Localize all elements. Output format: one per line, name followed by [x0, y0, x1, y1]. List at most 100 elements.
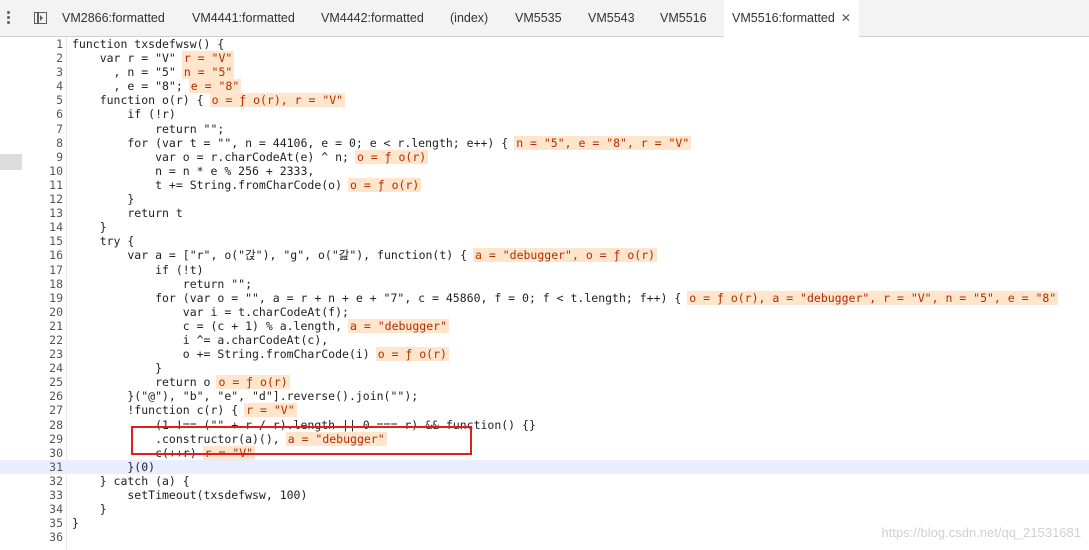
code-text: } [72, 516, 79, 530]
code-line[interactable]: 5 function o(r) {o = ƒ o(r), r = "V" [0, 93, 1089, 108]
line-number[interactable]: 2 [0, 51, 63, 65]
line-number[interactable]: 8 [0, 136, 63, 150]
code-line[interactable]: 7 return ""; [0, 122, 1089, 136]
line-number[interactable]: 19 [0, 291, 63, 305]
code-line[interactable]: 16 var a = ["r", o("갅"), "g", o("갎"), fu… [0, 248, 1089, 263]
line-number[interactable]: 6 [0, 107, 63, 121]
tab-index[interactable]: (index) [442, 0, 496, 37]
more-options-icon[interactable] [0, 9, 16, 29]
line-number[interactable]: 13 [0, 206, 63, 220]
line-number[interactable]: 4 [0, 79, 63, 93]
code-text: t += String.fromCharCode(o) o = ƒ o(r) [72, 177, 422, 192]
code-text: o += String.fromCharCode(i) o = ƒ o(r) [72, 347, 449, 362]
inline-variable-value: r = "V" [244, 403, 297, 418]
code-line[interactable]: 32 } catch (a) { [0, 474, 1089, 488]
code-content: c = (c + 1) % a.length, [72, 318, 343, 333]
line-number[interactable]: 22 [0, 333, 63, 347]
line-number[interactable]: 1 [0, 37, 63, 51]
code-text: setTimeout(txsdefwsw, 100) [72, 488, 307, 502]
line-number[interactable]: 3 [0, 65, 63, 79]
code-line[interactable]: 25 return o o = ƒ o(r) [0, 375, 1089, 390]
toggle-navigator-icon[interactable] [34, 12, 47, 24]
line-number[interactable]: 34 [0, 502, 63, 516]
close-icon[interactable]: ✕ [841, 11, 851, 25]
line-number[interactable]: 17 [0, 263, 63, 277]
line-number[interactable]: 11 [0, 178, 63, 192]
line-number[interactable]: 28 [0, 418, 63, 432]
code-line[interactable]: 24 } [0, 361, 1089, 375]
code-line[interactable]: 26 }("@"), "b", "e", "d"].reverse().join… [0, 389, 1089, 403]
code-line[interactable]: 31 }(0) [0, 459, 1089, 474]
tab-vm4442-formatted[interactable]: VM4442:formatted [313, 0, 432, 37]
code-line[interactable]: 14 } [0, 220, 1089, 234]
line-number[interactable]: 21 [0, 319, 63, 333]
code-line[interactable]: 27 !function c(r) {r = "V" [0, 403, 1089, 418]
line-number[interactable]: 35 [0, 516, 63, 530]
line-number[interactable]: 31 [0, 460, 63, 474]
code-content: for (var t = "", n = 44106, e = 0; e < r… [72, 135, 509, 150]
tab-vm4441-formatted[interactable]: VM4441:formatted [184, 0, 303, 37]
code-line[interactable]: 22 i ^= a.charCodeAt(c), [0, 333, 1089, 347]
code-text: c = (c + 1) % a.length, a = "debugger" [72, 318, 449, 333]
code-text: return ""; [72, 122, 224, 136]
code-line[interactable]: 4 , e = "8"; e = "8" [0, 79, 1089, 94]
code-line[interactable]: 20 var i = t.charCodeAt(f); [0, 305, 1089, 319]
code-line[interactable]: 34 } [0, 502, 1089, 516]
code-text: var i = t.charCodeAt(f); [72, 305, 349, 319]
tab-vm5516[interactable]: VM5516 [652, 0, 715, 37]
line-number[interactable]: 10 [0, 164, 63, 178]
code-line[interactable]: 15 try { [0, 234, 1089, 248]
line-number[interactable]: 26 [0, 389, 63, 403]
line-number[interactable]: 14 [0, 220, 63, 234]
tab-vm2866-formatted[interactable]: VM2866:formatted [54, 0, 173, 37]
line-number[interactable]: 32 [0, 474, 63, 488]
code-content: n = n * e % 256 + 2333, [72, 163, 315, 178]
code-text: var r = "V" r = "V" [72, 51, 235, 66]
code-line[interactable]: 17 if (!t) [0, 263, 1089, 277]
code-line[interactable]: 11 t += String.fromCharCode(o) o = ƒ o(r) [0, 177, 1089, 192]
code-line[interactable]: 30 c(++r) r = "V" [0, 445, 1089, 460]
line-number[interactable]: 25 [0, 375, 63, 389]
line-number[interactable]: 18 [0, 277, 63, 291]
inline-variable-value: n = "5", e = "8", r = "V" [514, 135, 692, 150]
tab-vm5535[interactable]: VM5535 [507, 0, 570, 37]
code-line[interactable]: 2 var r = "V" r = "V" [0, 51, 1089, 66]
code-content: , e = "8"; [72, 79, 183, 94]
line-number[interactable]: 7 [0, 122, 63, 136]
line-number[interactable]: 24 [0, 361, 63, 375]
line-number[interactable]: 20 [0, 305, 63, 319]
line-number[interactable]: 16 [0, 248, 63, 262]
line-number[interactable]: 5 [0, 93, 63, 107]
line-number[interactable]: 33 [0, 488, 63, 502]
line-number[interactable]: 12 [0, 192, 63, 206]
line-number[interactable]: 23 [0, 347, 63, 361]
code-content: var r = "V" [72, 51, 176, 66]
code-line[interactable]: 33 setTimeout(txsdefwsw, 100) [0, 488, 1089, 502]
line-number[interactable]: 36 [0, 530, 63, 544]
code-line[interactable]: 8 for (var t = "", n = 44106, e = 0; e <… [0, 135, 1089, 150]
code-line[interactable]: 1 function txsdefwsw() { [0, 37, 1089, 51]
code-line[interactable]: 28 (1 !== ("" + r / r).length || 0 === r… [0, 418, 1089, 432]
code-line[interactable]: 29 .constructor(a)(), a = "debugger" [0, 431, 1089, 446]
line-number[interactable]: 29 [0, 432, 63, 446]
code-line[interactable]: 6 if (!r) [0, 107, 1089, 121]
code-line[interactable]: 10 n = n * e % 256 + 2333, [0, 164, 1089, 178]
inline-variable-value: o = ƒ o(r) [354, 149, 429, 164]
code-line[interactable]: 19 for (var o = "", a = r + n + e + "7",… [0, 290, 1089, 305]
line-number[interactable]: 30 [0, 446, 63, 460]
code-line[interactable]: 12 } [0, 192, 1089, 206]
code-line[interactable]: 21 c = (c + 1) % a.length, a = "debugger" [0, 318, 1089, 333]
code-line[interactable]: 3 , n = "5" n = "5" [0, 65, 1089, 80]
code-editor[interactable]: 1 function txsdefwsw() {2 var r = "V" r = … [0, 37, 1089, 544]
tab-vm5543[interactable]: VM5543 [580, 0, 643, 37]
line-number[interactable]: 27 [0, 403, 63, 417]
line-number[interactable]: 9 [0, 150, 63, 164]
code-content: } [72, 502, 107, 517]
tab-vm5516-formatted[interactable]: VM5516:formatted ✕ [724, 0, 859, 37]
code-line[interactable]: 18 return ""; [0, 277, 1089, 291]
line-number[interactable]: 15 [0, 234, 63, 248]
code-line[interactable]: 23 o += String.fromCharCode(i) o = ƒ o(r) [0, 347, 1089, 362]
code-text: }(0) [72, 460, 155, 474]
code-line[interactable]: 9 var o = r.charCodeAt(e) ^ n; o = ƒ o(r) [0, 149, 1089, 164]
code-line[interactable]: 13 return t [0, 206, 1089, 220]
